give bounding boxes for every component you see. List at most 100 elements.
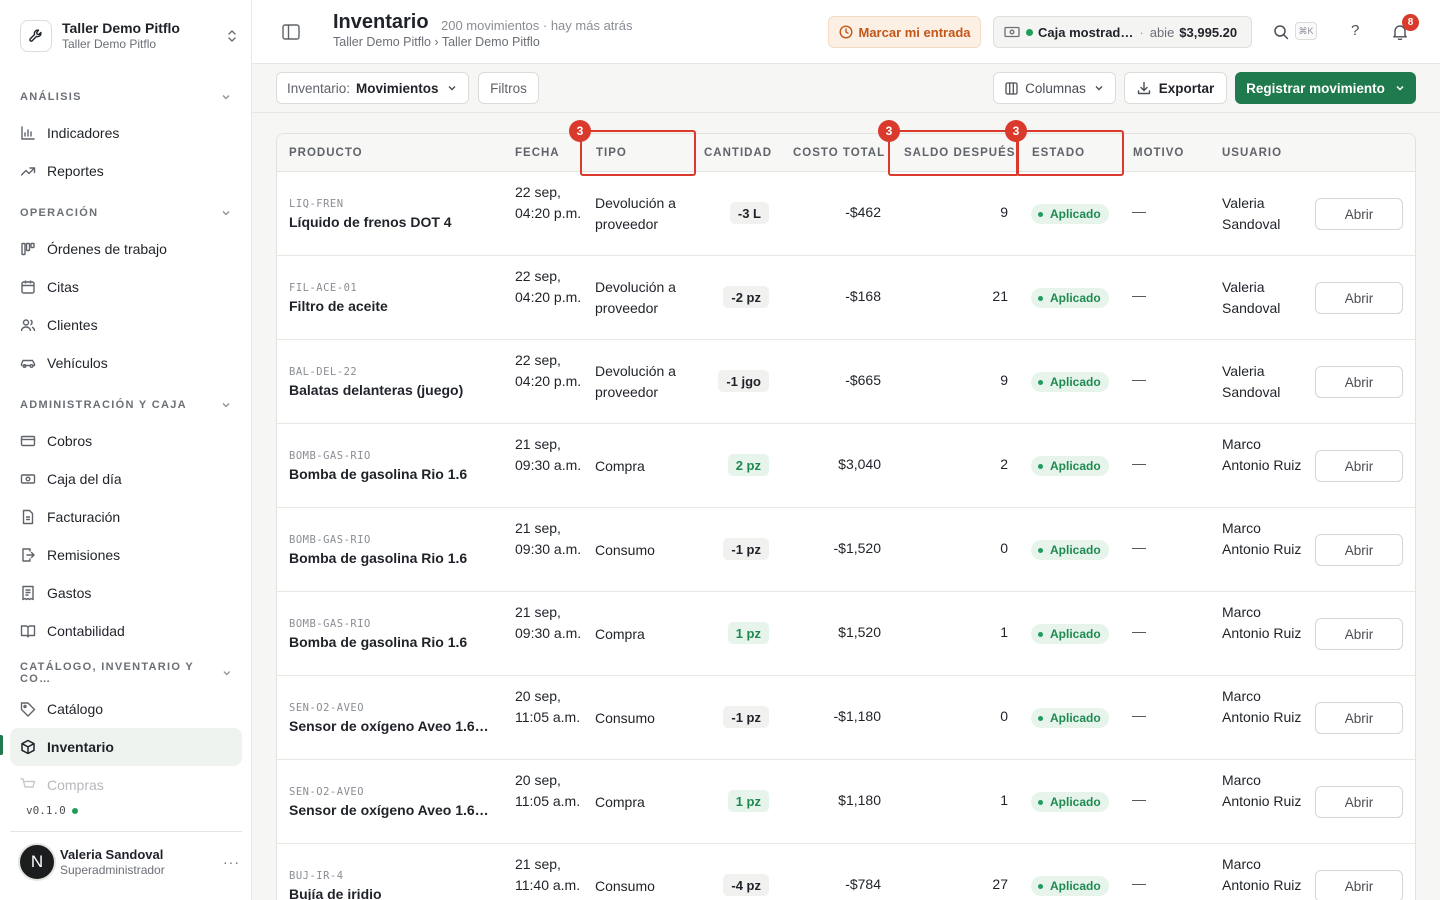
column-header-usuario[interactable]: USUARIO — [1222, 147, 1282, 159]
sidebar-item-label: Caja del día — [47, 471, 122, 487]
status-badge: Aplicado — [1031, 708, 1109, 728]
cash-register-selector[interactable]: Caja mostrad… · abie $3,995.20 — [993, 16, 1252, 48]
section-label: OPERACIÓN — [20, 207, 99, 219]
table-row[interactable]: LIQ-FREN Líquido de frenos DOT 4 22 sep, 0… — [277, 172, 1415, 256]
section-analisis[interactable]: ANÁLISIS — [10, 80, 242, 114]
product-name[interactable]: Balatas delanteras (juego) — [289, 382, 463, 398]
columns-button[interactable]: Columnas — [993, 72, 1116, 104]
section-operacion[interactable]: OPERACIÓN — [10, 196, 242, 230]
search-icon[interactable] — [1273, 24, 1289, 40]
table-row[interactable]: BOMB-GAS-RIO Bomba de gasolina Rio 1.6 21 … — [277, 424, 1415, 508]
table-row[interactable]: BOMB-GAS-RIO Bomba de gasolina Rio 1.6 21 … — [277, 592, 1415, 676]
help-icon[interactable]: ? — [1351, 22, 1359, 39]
total-cost: -$1,520 — [833, 540, 881, 556]
card-icon — [20, 435, 36, 447]
table-row[interactable]: FIL-ACE-01 Filtro de aceite 22 sep, 04:20 … — [277, 256, 1415, 340]
sidebar-item-label: Compras — [47, 777, 104, 793]
sidebar-item-compras[interactable]: Compras — [10, 766, 242, 804]
column-header-costo-total[interactable]: COSTO TOTAL — [793, 147, 885, 159]
download-icon — [1137, 81, 1150, 95]
breadcrumb[interactable]: Taller Demo Pitflo › Taller Demo Pitflo — [333, 35, 540, 49]
quantity-badge: 2 pz — [727, 454, 769, 476]
column-header-producto[interactable]: PRODUCTO — [289, 147, 363, 159]
product-name[interactable]: Bomba de gasolina Rio 1.6 — [289, 466, 467, 482]
open-button[interactable]: Abrir — [1315, 366, 1403, 398]
sidebar-item-caja[interactable]: Caja del día — [10, 460, 242, 498]
total-cost: $1,180 — [838, 792, 881, 808]
user-role: Superadministrador — [60, 862, 165, 877]
sidebar-toggle-icon[interactable] — [282, 24, 300, 40]
section-label: ANÁLISIS — [20, 91, 82, 103]
highlight-estado — [1016, 130, 1124, 176]
sidebar-item-cobros[interactable]: Cobros — [10, 422, 242, 460]
product-name[interactable]: Líquido de frenos DOT 4 — [289, 214, 452, 230]
open-button[interactable]: Abrir — [1315, 282, 1403, 314]
sidebar-item-contabilidad[interactable]: Contabilidad — [10, 612, 242, 650]
column-header-cantidad[interactable]: CANTIDAD — [704, 147, 772, 159]
user-name: Marco Antonio Ruiz — [1222, 688, 1302, 725]
filters-button[interactable]: Filtros — [478, 72, 539, 104]
view-selector-label: Inventario: — [287, 80, 351, 96]
table-row[interactable]: BOMB-GAS-RIO Bomba de gasolina Rio 1.6 21 … — [277, 508, 1415, 592]
quantity-badge: -1 jgo — [718, 370, 769, 392]
table-row[interactable]: BUJ-IR-4 Bujía de iridio 21 sep, 11:40 a.m… — [277, 844, 1415, 900]
open-button[interactable]: Abrir — [1315, 870, 1403, 900]
status-label: Aplicado — [1050, 543, 1101, 557]
reason: — — [1132, 875, 1146, 891]
toolbar: Inventario: Movimientos Filtros Columnas… — [252, 64, 1440, 113]
open-button[interactable]: Abrir — [1315, 198, 1403, 230]
status-dot — [1026, 28, 1033, 36]
column-header-fecha[interactable]: FECHA — [515, 147, 560, 159]
sidebar-item-reportes[interactable]: Reportes — [10, 152, 242, 190]
trend-icon — [20, 167, 36, 176]
chevron-down-icon — [222, 671, 230, 676]
clock-in-button[interactable]: Marcar mi entrada — [828, 16, 981, 48]
open-button[interactable]: Abrir — [1315, 618, 1403, 650]
open-button[interactable]: Abrir — [1315, 450, 1403, 482]
product-name[interactable]: Sensor de oxígeno Aveo 1.6… — [289, 802, 489, 818]
app-version: v0.1.0 — [26, 804, 78, 817]
sidebar-item-remisiones[interactable]: Remisiones — [10, 536, 242, 574]
workspace-switcher[interactable]: Taller Demo Pitflo Taller Demo Pitflo — [20, 18, 240, 54]
balance-after: 9 — [1000, 204, 1008, 220]
table-header: PRODUCTO FECHA TIPO CANTIDAD COSTO TOTAL… — [277, 134, 1415, 172]
open-button[interactable]: Abrir — [1315, 786, 1403, 818]
user-menu[interactable]: N Valeria Sandoval Superadministrador ··… — [18, 841, 240, 883]
section-catalogo[interactable]: CATÁLOGO, INVENTARIO Y CO… — [10, 656, 242, 690]
section-administracion[interactable]: ADMINISTRACIÓN Y CAJA — [10, 388, 242, 422]
sidebar-item-clientes[interactable]: Clientes — [10, 306, 242, 344]
balance-after: 27 — [992, 876, 1008, 892]
sidebar-item-ordenes[interactable]: Órdenes de trabajo — [10, 230, 242, 268]
table-row[interactable]: BAL-DEL-22 Balatas delanteras (juego) 22 s… — [277, 340, 1415, 424]
register-movement-button[interactable]: Registrar movimiento — [1235, 72, 1416, 104]
export-button[interactable]: Exportar — [1124, 72, 1227, 104]
sidebar-item-gastos[interactable]: Gastos — [10, 574, 242, 612]
sidebar-item-catalogo[interactable]: Catálogo — [10, 690, 242, 728]
chevron-down-icon — [222, 95, 230, 100]
view-selector[interactable]: Inventario: Movimientos — [276, 72, 469, 104]
sidebar-item-facturacion[interactable]: Facturación — [10, 498, 242, 536]
product-name[interactable]: Bomba de gasolina Rio 1.6 — [289, 550, 467, 566]
movement-date: 20 sep, 11:05 a.m. — [515, 772, 581, 809]
status-dot — [1038, 715, 1043, 721]
file-export-icon — [22, 548, 35, 562]
product-name[interactable]: Filtro de aceite — [289, 298, 388, 314]
movement-date: 21 sep, 11:40 a.m. — [515, 856, 581, 893]
open-button[interactable]: Abrir — [1315, 534, 1403, 566]
product-name[interactable]: Sensor de oxígeno Aveo 1.6… — [289, 718, 489, 734]
table-row[interactable]: SEN-O2-AVEO Sensor de oxígeno Aveo 1.6… 20… — [277, 676, 1415, 760]
product-name[interactable]: Bujía de iridio — [289, 886, 382, 900]
sidebar-item-indicadores[interactable]: Indicadores — [10, 114, 242, 152]
product-name[interactable]: Bomba de gasolina Rio 1.6 — [289, 634, 467, 650]
more-icon[interactable]: ··· — [223, 854, 240, 870]
sidebar-item-vehiculos[interactable]: Vehículos — [10, 344, 242, 382]
sidebar-item-citas[interactable]: Citas — [10, 268, 242, 306]
sidebar-item-inventario[interactable]: Inventario — [10, 728, 242, 766]
open-button[interactable]: Abrir — [1315, 702, 1403, 734]
status-badge: Aplicado — [1031, 540, 1109, 560]
sidebar-item-label: Cobros — [47, 433, 93, 449]
column-header-motivo[interactable]: MOTIVO — [1133, 147, 1184, 159]
table-row[interactable]: SEN-O2-AVEO Sensor de oxígeno Aveo 1.6… 20… — [277, 760, 1415, 844]
page-title: Inventario — [333, 11, 429, 33]
movement-type: Devolución a proveedor — [595, 195, 676, 232]
